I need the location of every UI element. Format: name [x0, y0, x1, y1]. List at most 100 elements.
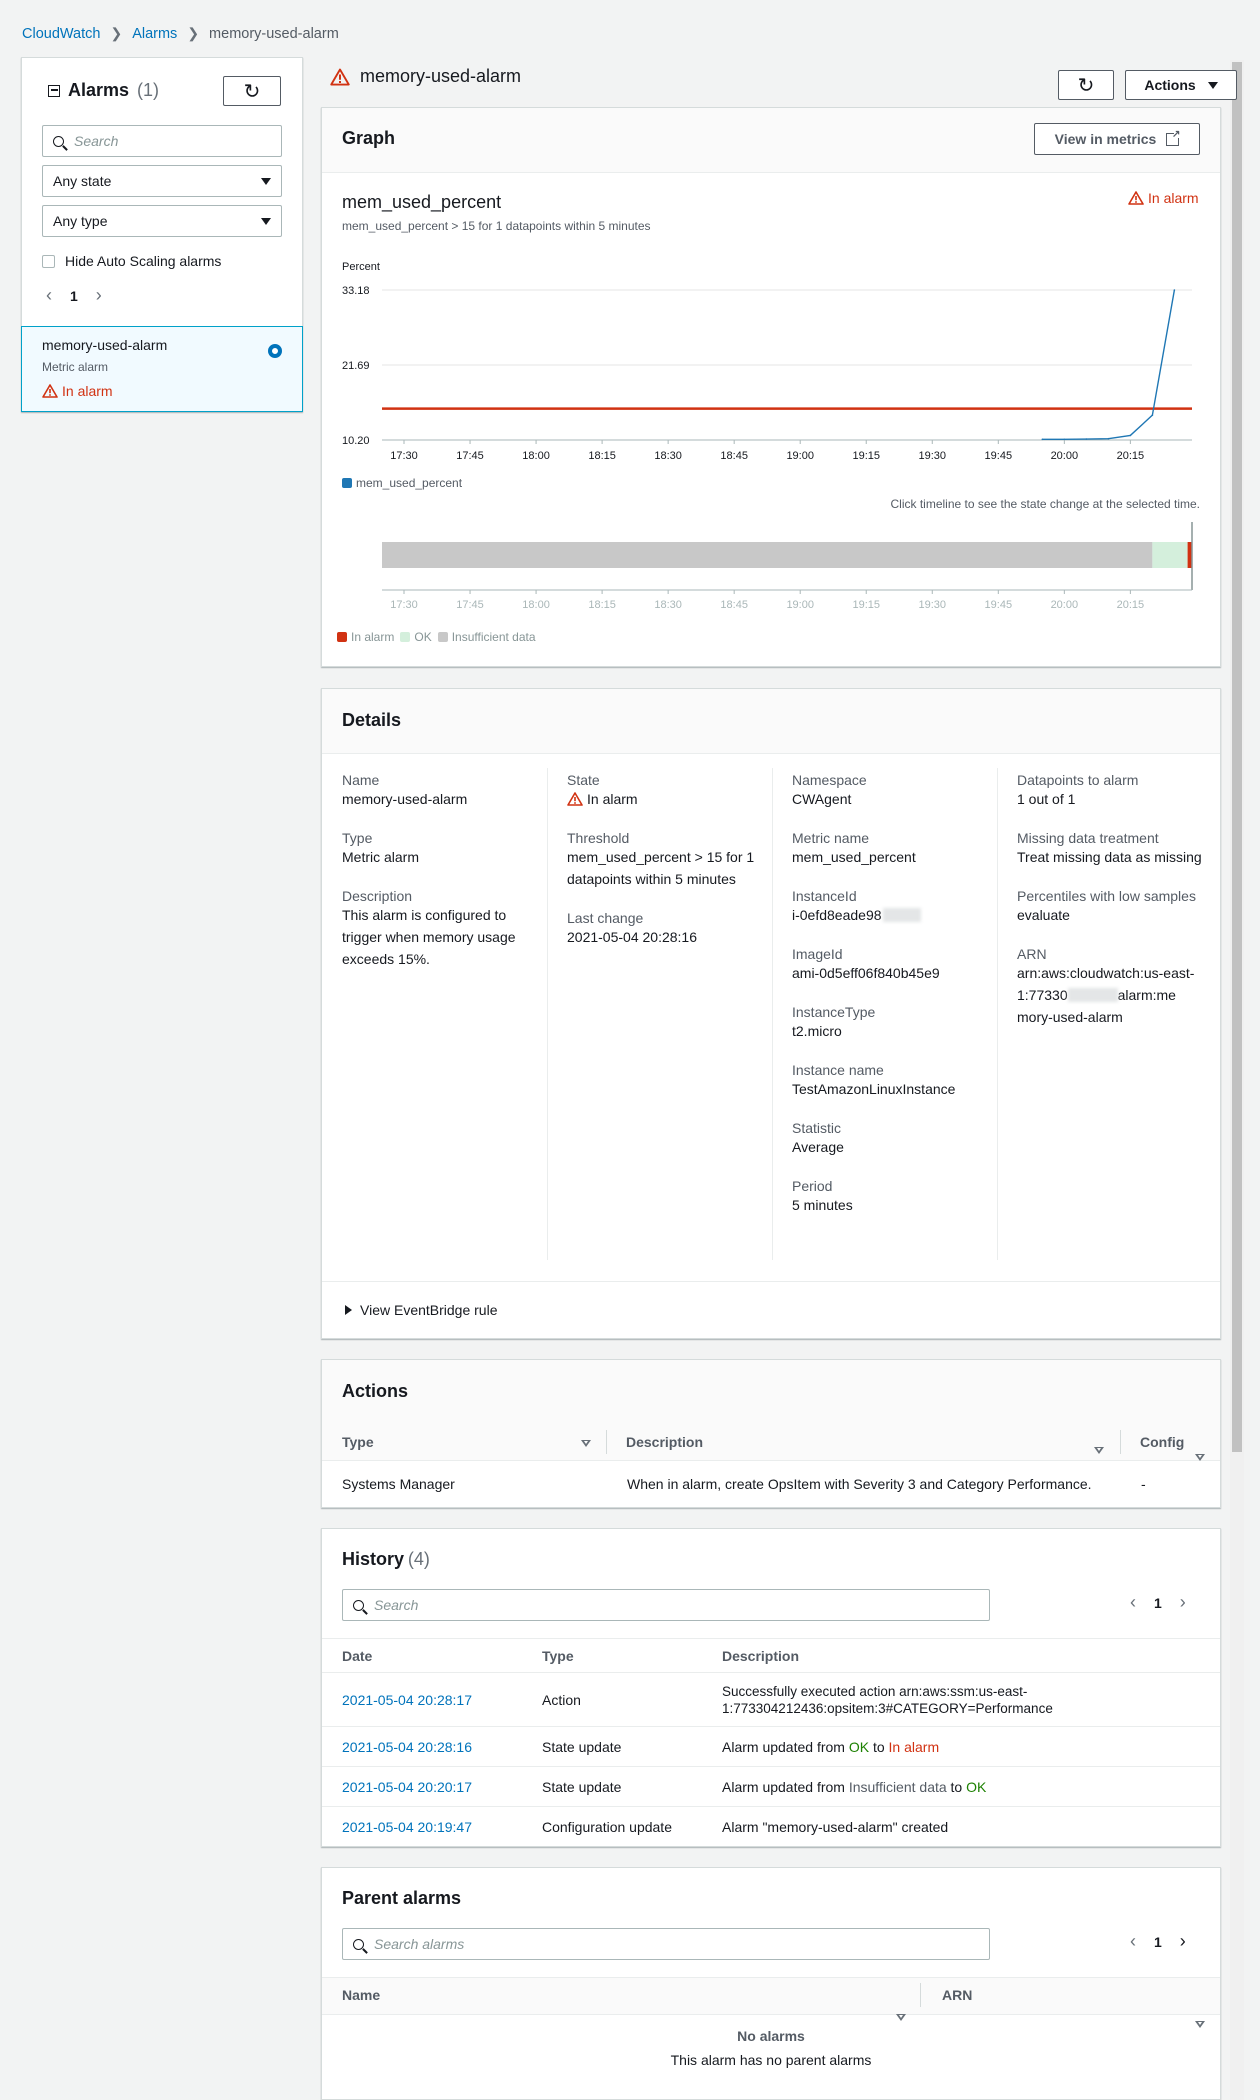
history-desc-pre: Alarm updated from: [722, 1779, 849, 1795]
sort-icon[interactable]: [1195, 2021, 1205, 2028]
sort-icon[interactable]: [1195, 1454, 1205, 1461]
ok-swatch: [400, 632, 411, 642]
history-col-type[interactable]: Type: [542, 1648, 574, 1664]
alarms-refresh-button[interactable]: ↻: [223, 76, 281, 106]
prev-page-icon[interactable]: ‹: [1130, 1931, 1136, 1952]
x-tick-label: 18:15: [588, 450, 616, 462]
actions-title: Actions: [342, 1381, 409, 1401]
alarm-item-type: Metric alarm: [42, 360, 109, 374]
history-date-link[interactable]: 2021-05-04 20:28:17: [342, 1692, 472, 1708]
actions-col-type[interactable]: Type: [342, 1434, 374, 1450]
history-search-field[interactable]: [374, 1597, 883, 1613]
actions-dropdown-button[interactable]: Actions: [1125, 70, 1237, 100]
actions-button-label: Actions: [1144, 77, 1196, 93]
detail-name-label: Name: [342, 772, 380, 788]
detail-metric-name-label: Metric name: [792, 830, 870, 846]
next-page-icon[interactable]: ›: [1180, 1592, 1186, 1613]
history-search-input[interactable]: [342, 1589, 990, 1621]
details-column-divider: [997, 768, 998, 1260]
history-date-link[interactable]: 2021-05-04 20:20:17: [342, 1779, 472, 1795]
alarm-warning-icon: [567, 792, 583, 806]
insufficient-swatch: [437, 632, 448, 642]
prev-page-icon[interactable]: ‹: [1130, 1592, 1136, 1613]
breadcrumb: CloudWatch ❯ Alarms ❯ memory-used-alarm: [22, 25, 339, 42]
empty-state-description: This alarm has no parent alarms: [670, 2052, 872, 2068]
sort-icon[interactable]: [896, 2014, 906, 2021]
divider: [322, 1638, 1220, 1639]
parent-alarms-page-number[interactable]: 1: [1154, 1934, 1162, 1950]
alarm-selected-radio[interactable]: [268, 344, 282, 358]
details-column-divider: [772, 768, 773, 1260]
metric-line-chart[interactable]: Percent 33.18 21.69 10.20 17:30 17:45 18:00 18:…: [330, 250, 1210, 490]
actions-col-config[interactable]: Config: [1140, 1434, 1184, 1450]
view-in-metrics-button[interactable]: View in metrics ↗: [1034, 123, 1200, 155]
timeline-tick-label: 20:00: [1051, 599, 1079, 611]
y-tick-label: 33.18: [342, 285, 370, 297]
detail-image-id-label: ImageId: [792, 946, 843, 962]
detail-instance-id-value: i-0efd8eade98: [792, 907, 882, 923]
parent-alarms-title: Parent alarms: [342, 1888, 462, 1908]
alarms-search-field[interactable]: [74, 133, 257, 149]
collapse-panel-icon[interactable]: [48, 84, 60, 97]
state-timeline[interactable]: 17:30 17:45 18:00 18:15 18:30 18:45 19:00 19:15…: [330, 510, 1210, 620]
breadcrumb-cloudwatch[interactable]: CloudWatch: [22, 26, 100, 42]
x-tick-label: 19:45: [985, 450, 1013, 462]
detail-statistic-value: Average: [792, 1139, 844, 1155]
next-page-icon[interactable]: ›: [96, 285, 102, 306]
detail-image-id-value: ami-0d5eff06f840b45e9: [792, 965, 940, 981]
history-type-cell: State update: [542, 1779, 622, 1795]
hide-autoscaling-checkbox[interactable]: [42, 254, 55, 268]
type-filter-select[interactable]: Any type: [42, 205, 282, 237]
detail-instance-type-value: t2.micro: [792, 1023, 842, 1039]
eventbridge-expander[interactable]: View EventBridge rule: [345, 1302, 497, 1318]
action-config-cell: -: [1141, 1476, 1146, 1492]
redacted-text: [882, 908, 921, 922]
sidebar-pagination: ‹ 1 ›: [46, 285, 102, 306]
next-page-icon[interactable]: ›: [1180, 1931, 1186, 1952]
history-desc-to: In alarm: [888, 1739, 940, 1755]
parent-alarms-col-arn[interactable]: ARN: [942, 1987, 972, 2003]
sidebar-page-number[interactable]: 1: [70, 288, 78, 304]
detail-state-text: In alarm: [587, 791, 638, 807]
page-scrollbar-thumb[interactable]: [1232, 62, 1242, 1452]
search-icon: [53, 135, 64, 147]
details-column-divider: [547, 768, 548, 1260]
parent-alarms-pagination: ‹ 1 ›: [1130, 1931, 1186, 1952]
history-desc-pre: Alarm updated from: [722, 1739, 849, 1755]
hide-autoscaling-option[interactable]: Hide Auto Scaling alarms: [42, 253, 221, 269]
alarm-item-name[interactable]: memory-used-alarm: [42, 337, 167, 353]
detail-namespace-label: Namespace: [792, 772, 867, 788]
history-date-link[interactable]: 2021-05-04 20:19:47: [342, 1819, 472, 1835]
page-refresh-button[interactable]: ↻: [1058, 70, 1114, 100]
redacted-text: [1067, 988, 1118, 1002]
prev-page-icon[interactable]: ‹: [46, 285, 52, 306]
timeline-tick-label: 18:00: [522, 599, 550, 611]
parent-alarms-search-input[interactable]: [342, 1928, 990, 1960]
parent-alarms-col-name[interactable]: Name: [342, 1987, 380, 2003]
alarms-search-input[interactable]: [42, 125, 282, 157]
history-date-link[interactable]: 2021-05-04 20:28:16: [342, 1739, 472, 1755]
history-pagination: ‹ 1 ›: [1130, 1592, 1186, 1613]
empty-state-title: No alarms: [737, 2028, 805, 2044]
alarm-item-state-text: In alarm: [62, 383, 113, 399]
parent-alarms-search-field[interactable]: [374, 1936, 883, 1952]
divider: [322, 1806, 1220, 1807]
divider: [322, 1726, 1220, 1727]
state-filter-select[interactable]: Any state: [42, 165, 282, 197]
details-column-general: Name memory-used-alarm Type Metric alarm…: [342, 772, 532, 970]
breadcrumb-alarms[interactable]: Alarms: [132, 26, 177, 42]
actions-col-description[interactable]: Description: [626, 1434, 703, 1450]
history-description-cell: Successfully executed action arn:aws:ssm…: [722, 1683, 1053, 1717]
detail-missing-data-label: Missing data treatment: [1017, 830, 1159, 846]
x-tick-label: 19:30: [919, 450, 947, 462]
y-tick-label: 21.69: [342, 360, 370, 372]
history-page-number[interactable]: 1: [1154, 1595, 1162, 1611]
sort-icon[interactable]: [1094, 1447, 1104, 1454]
timeline-tick-label: 20:15: [1117, 599, 1145, 611]
alarm-warning-icon: [330, 68, 350, 86]
sort-icon[interactable]: [581, 1440, 591, 1447]
detail-name-value: memory-used-alarm: [342, 791, 468, 807]
data-point: [1107, 437, 1110, 440]
history-col-description[interactable]: Description: [722, 1648, 799, 1664]
history-col-date[interactable]: Date: [342, 1648, 372, 1664]
